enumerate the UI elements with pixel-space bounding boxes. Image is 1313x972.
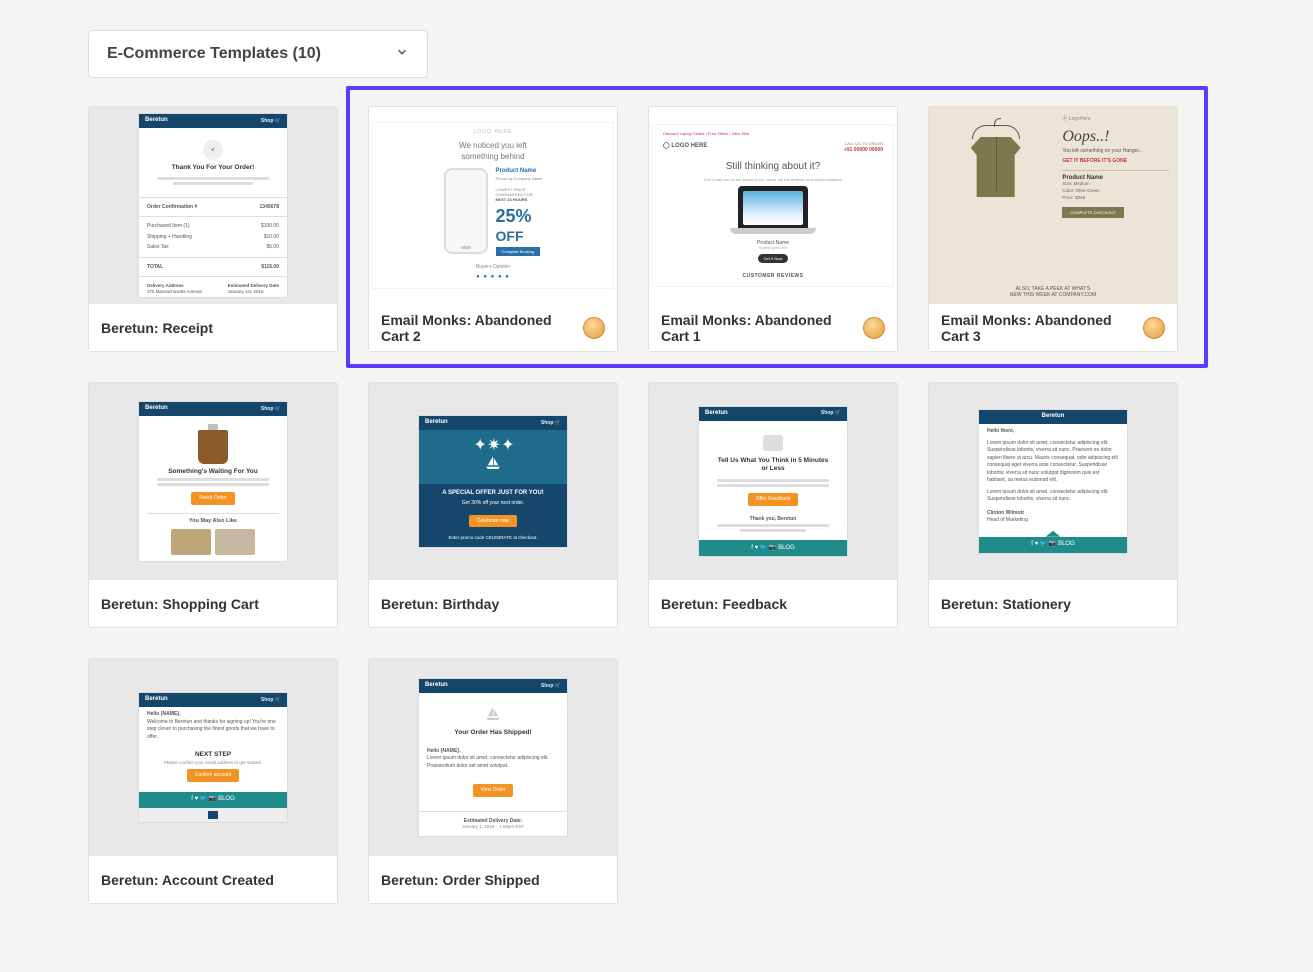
- template-card-feedback[interactable]: BeretunShop 🛒 Tell Us What You Think in …: [648, 382, 898, 628]
- template-thumbnail: ⦿ LogoHere Oops..! You left something on…: [929, 107, 1177, 304]
- author-badge-icon: [863, 317, 885, 339]
- template-thumbnail: LOGO HERE We noticed you left something …: [369, 107, 617, 304]
- hanger-icon: [972, 125, 1020, 139]
- firework-icon: ✦ ✷ ✦: [425, 438, 561, 454]
- author-badge-icon: [1143, 317, 1165, 339]
- template-thumbnail: BeretunShop 🛒 Tell Us What You Think in …: [649, 383, 897, 580]
- chevron-down-icon: [395, 45, 409, 64]
- sailboat-icon: [483, 454, 503, 472]
- flask-icon: [198, 430, 228, 464]
- social-bar: f ♥ 🐦 📷 BLOG: [139, 792, 287, 808]
- social-bar: f ♥ 🐦 📷 BLOG: [979, 537, 1127, 553]
- template-title: Email Monks: Abandoned Cart 2: [381, 312, 583, 344]
- template-card-stationery[interactable]: Beretun Hello there, Lorem ipsum dolor s…: [928, 382, 1178, 628]
- template-title: Beretun: Order Shipped: [381, 872, 540, 888]
- template-title: Beretun: Birthday: [381, 596, 499, 612]
- phone-icon: [444, 168, 488, 254]
- speech-bubble-icon: [763, 435, 783, 451]
- template-title: Email Monks: Abandoned Cart 3: [941, 312, 1143, 344]
- template-title: Beretun: Feedback: [661, 596, 787, 612]
- template-title: Email Monks: Abandoned Cart 1: [661, 312, 863, 344]
- template-card-abandoned-cart-2[interactable]: LOGO HERE We noticed you left something …: [368, 106, 618, 352]
- template-thumbnail: BeretunShop 🛒 ✦ ✷ ✦ A SPECIAL OFFER JUST…: [369, 383, 617, 580]
- template-card-shopping-cart[interactable]: BeretunShop 🛒 Something's Waiting For Yo…: [88, 382, 338, 628]
- template-thumbnail: Discount Laptop Series • Free Offers • U…: [649, 107, 897, 304]
- template-card-abandoned-cart-3[interactable]: ⦿ LogoHere Oops..! You left something on…: [928, 106, 1178, 352]
- laptop-icon: [738, 186, 808, 230]
- check-icon: ✔: [203, 140, 223, 160]
- template-thumbnail: BeretunShop 🛒 Your Order Has Shipped! He…: [369, 659, 617, 856]
- shirt-icon: [971, 137, 1021, 197]
- dropdown-label: E-Commerce Templates (10): [107, 45, 321, 63]
- template-card-birthday[interactable]: BeretunShop 🛒 ✦ ✷ ✦ A SPECIAL OFFER JUST…: [368, 382, 618, 628]
- template-card-receipt[interactable]: BeretunShop 🛒 ✔ Thank You For Your Order…: [88, 106, 338, 352]
- template-card-account-created[interactable]: BeretunShop 🛒 Hello {NAME}, Welcome to B…: [88, 658, 338, 904]
- template-thumbnail: BeretunShop 🛒 ✔ Thank You For Your Order…: [89, 107, 337, 304]
- template-thumbnail: BeretunShop 🛒 Hello {NAME}, Welcome to B…: [89, 659, 337, 856]
- social-bar: f ♥ 🐦 📷 BLOG: [699, 540, 847, 556]
- template-card-abandoned-cart-1[interactable]: Discount Laptop Series • Free Offers • U…: [648, 106, 898, 352]
- template-title: Beretun: Account Created: [101, 872, 274, 888]
- template-grid: BeretunShop 🛒 ✔ Thank You For Your Order…: [88, 106, 1225, 904]
- author-badge-icon: [583, 317, 605, 339]
- category-dropdown[interactable]: E-Commerce Templates (10): [88, 30, 428, 78]
- template-title: Beretun: Receipt: [101, 320, 213, 336]
- template-card-order-shipped[interactable]: BeretunShop 🛒 Your Order Has Shipped! He…: [368, 658, 618, 904]
- template-title: Beretun: Stationery: [941, 596, 1071, 612]
- template-title: Beretun: Shopping Cart: [101, 596, 259, 612]
- sailboat-icon: [483, 705, 503, 723]
- template-thumbnail: Beretun Hello there, Lorem ipsum dolor s…: [929, 383, 1177, 580]
- template-thumbnail: BeretunShop 🛒 Something's Waiting For Yo…: [89, 383, 337, 580]
